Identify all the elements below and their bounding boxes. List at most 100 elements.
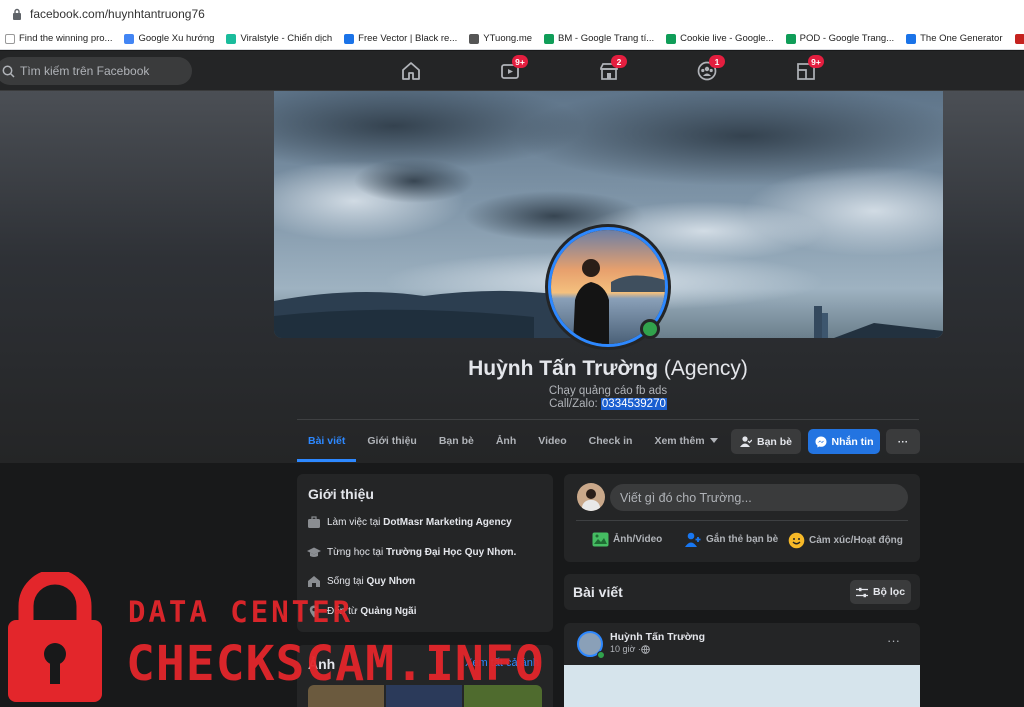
bookmark-favicon-icon bbox=[226, 33, 237, 44]
filter-label: Bộ lọc bbox=[872, 586, 906, 598]
intro-study: Từng học tại Trường Đại Học Quy Nhơn. bbox=[307, 546, 516, 559]
bookmark-label: BM - Google Trang tí... bbox=[558, 33, 655, 44]
bookmark-label: Google Xu hướng bbox=[138, 33, 215, 44]
bookmark-item[interactable]: The One Generator bbox=[901, 33, 1009, 44]
intro-live-link[interactable]: Quy Nhơn bbox=[366, 576, 415, 587]
bio-phone[interactable]: 0334539270 bbox=[600, 398, 667, 410]
post-card: Huỳnh Tấn Trường 10 giờ · ··· bbox=[564, 623, 920, 707]
online-status-dot bbox=[640, 319, 660, 339]
bio-phone-label: Call/Zalo: bbox=[549, 398, 601, 410]
post-menu-button[interactable]: ··· bbox=[887, 633, 900, 648]
watermark-lock-icon bbox=[8, 572, 102, 702]
intro-live-prefix: Sống tại bbox=[327, 576, 364, 587]
watermark-line-1: DATA CENTER bbox=[128, 595, 354, 629]
nav-groups[interactable]: 1 bbox=[696, 55, 725, 82]
posts-title: Bài viết bbox=[573, 584, 623, 600]
post-image[interactable] bbox=[564, 665, 920, 707]
bookmark-label: Free Vector | Black re... bbox=[358, 33, 458, 44]
bookmark-label: YTuong.me bbox=[483, 33, 533, 44]
photo-icon bbox=[592, 532, 609, 547]
tag-friends-label: Gắn thẻ bạn bè bbox=[706, 534, 779, 545]
online-status-dot bbox=[597, 651, 605, 659]
tab-about[interactable]: Giới thiệu bbox=[356, 420, 427, 462]
home-icon bbox=[402, 62, 420, 80]
search-box[interactable]: Tìm kiếm trên Facebook bbox=[0, 57, 192, 85]
screen: facebook.com/huynhtantruong76 Find the w… bbox=[0, 0, 1024, 707]
message-button-label: Nhắn tin bbox=[831, 435, 874, 448]
bookmark-item[interactable]: Cookie live - Google... bbox=[661, 33, 780, 44]
post-author-name[interactable]: Huỳnh Tấn Trường bbox=[610, 631, 705, 643]
tab-posts[interactable]: Bài viết bbox=[297, 420, 357, 462]
bookmark-favicon-icon bbox=[344, 33, 355, 44]
nav-watch[interactable]: 9+ bbox=[499, 55, 528, 82]
watermark-line-2: CHECKSCAM.INFO bbox=[126, 636, 545, 692]
profile-name-text: Huỳnh Tấn Trường bbox=[468, 357, 659, 380]
intro-work-link[interactable]: DotMasr Marketing Agency bbox=[383, 517, 512, 528]
notification-badge: 2 bbox=[611, 55, 627, 68]
filter-sliders-icon bbox=[855, 587, 868, 597]
composer-divider bbox=[576, 520, 908, 521]
post-meta: 10 giờ · bbox=[610, 644, 650, 654]
photo-video-action[interactable]: Ảnh/Video bbox=[592, 532, 662, 547]
profile-name: Huỳnh Tấn Trường (Agency) bbox=[0, 357, 1024, 381]
bookmark-favicon-icon bbox=[469, 33, 480, 44]
tag-friends-action[interactable]: Gắn thẻ bạn bè bbox=[685, 532, 778, 547]
filter-button[interactable]: Bộ lọc bbox=[850, 580, 911, 604]
tab-more[interactable]: Xem thêm bbox=[643, 420, 728, 462]
bookmark-label: Find the winning pro... bbox=[19, 33, 113, 44]
more-options-button[interactable]: ··· bbox=[886, 429, 920, 454]
intro-live: Sống tại Quy Nhơn bbox=[307, 575, 415, 588]
intro-study-prefix: Từng học tại bbox=[327, 547, 384, 558]
intro-study-link[interactable]: Trường Đại Học Quy Nhơn. bbox=[386, 547, 516, 558]
search-icon bbox=[2, 65, 15, 78]
posts-header: Bài viết Bộ lọc bbox=[564, 574, 920, 610]
bookmark-item[interactable]: Viralstyle - Chiến dịch bbox=[221, 33, 339, 44]
bookmark-item[interactable]: Free Vector | Black re... bbox=[339, 33, 464, 44]
tab-friends[interactable]: Bạn bè bbox=[428, 420, 485, 462]
facebook-topbar: Tìm kiếm trên Facebook 9+ 2 1 9+ bbox=[0, 51, 1024, 91]
bookmark-item[interactable]: Find the winning pro... bbox=[0, 33, 119, 44]
feeling-label: Cảm xúc/Hoạt động bbox=[809, 535, 903, 546]
bookmark-label: The One Generator bbox=[920, 33, 1003, 44]
url-text[interactable]: facebook.com/huynhtantruong76 bbox=[30, 7, 205, 21]
address-bar[interactable]: facebook.com/huynhtantruong76 bbox=[0, 0, 1024, 28]
bookmark-item[interactable]: Google Xu hướng bbox=[119, 33, 221, 44]
bookmark-favicon-icon bbox=[124, 33, 135, 44]
bio-line-2: Call/Zalo: 0334539270 bbox=[0, 398, 1024, 411]
bookmarks-bar: Find the winning pro... Google Xu hướng Vi… bbox=[0, 28, 1024, 50]
bookmark-item[interactable]: BM - Google Trang tí... bbox=[539, 33, 661, 44]
nav-home[interactable] bbox=[400, 60, 422, 82]
tab-more-label: Xem thêm bbox=[654, 435, 705, 447]
profile-header: Huỳnh Tấn Trường (Agency) Chạy quảng cáo… bbox=[0, 91, 1024, 463]
bookmark-item[interactable]: YTuong.me bbox=[464, 33, 539, 44]
profile-tabs: Bài viết Giới thiệu Bạn bè Ảnh Video Che… bbox=[297, 420, 729, 462]
tab-checkins[interactable]: Check in bbox=[578, 420, 644, 462]
nav-gaming[interactable]: 9+ bbox=[795, 55, 824, 82]
bookmark-item[interactable]: dịch thuật bbox=[1010, 33, 1024, 44]
house-icon bbox=[308, 576, 320, 587]
feeling-action[interactable]: Cảm xúc/Hoạt động bbox=[788, 532, 903, 549]
post-time[interactable]: 10 giờ · bbox=[610, 644, 641, 654]
composer-avatar[interactable] bbox=[577, 483, 605, 511]
messenger-icon bbox=[815, 436, 826, 447]
notification-badge: 1 bbox=[709, 55, 725, 68]
intro-work-prefix: Làm việc tại bbox=[327, 517, 381, 528]
tab-videos[interactable]: Video bbox=[527, 420, 577, 462]
bookmark-item[interactable]: POD - Google Trang... bbox=[781, 33, 902, 44]
friend-check-icon bbox=[739, 436, 752, 447]
bookmark-favicon-icon bbox=[5, 33, 15, 44]
composer-input[interactable]: Viết gì đó cho Trường... bbox=[610, 484, 908, 511]
notification-badge: 9+ bbox=[808, 55, 824, 68]
briefcase-icon bbox=[308, 516, 320, 528]
message-button[interactable]: Nhắn tin bbox=[808, 429, 880, 454]
notification-badge: 9+ bbox=[512, 55, 528, 68]
intro-from-link[interactable]: Quảng Ngãi bbox=[360, 606, 416, 617]
tab-photos[interactable]: Ảnh bbox=[485, 420, 527, 462]
smiley-icon bbox=[788, 532, 805, 549]
bookmark-favicon-icon bbox=[906, 33, 917, 44]
nav-marketplace[interactable]: 2 bbox=[598, 55, 627, 82]
bookmark-favicon-icon bbox=[544, 33, 555, 44]
graduation-cap-icon bbox=[307, 547, 321, 557]
tag-friends-icon bbox=[685, 532, 701, 547]
friends-button[interactable]: Bạn bè bbox=[731, 429, 801, 454]
